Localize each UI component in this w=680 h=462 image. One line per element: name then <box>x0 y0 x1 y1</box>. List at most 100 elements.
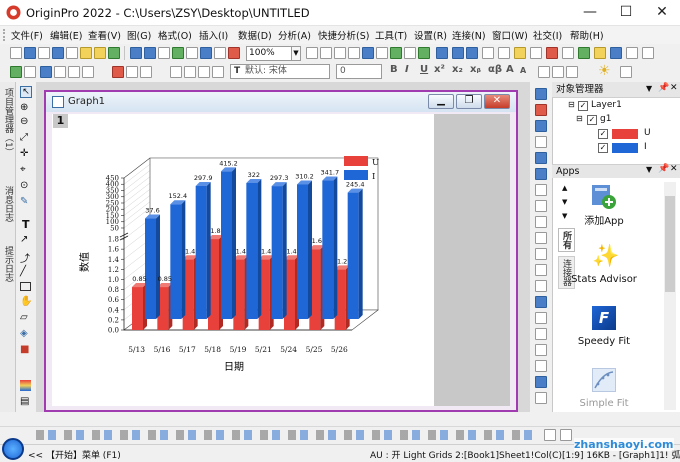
merge-graph-icon[interactable] <box>348 47 360 59</box>
theme-sun-icon[interactable]: ☀ <box>598 63 611 79</box>
zoom-in-icon[interactable]: ⊕ <box>20 102 28 113</box>
paste-icon[interactable] <box>198 66 210 78</box>
italic-button[interactable]: I <box>405 64 409 75</box>
tab-messages-log[interactable]: 消息日志 <box>2 186 15 222</box>
open-folder-icon[interactable] <box>80 47 92 59</box>
menu-help[interactable]: 帮助(H) <box>570 28 604 42</box>
menu-social[interactable]: 社交(I) <box>533 28 562 42</box>
tree-item-layer1[interactable]: Layer1 <box>591 100 622 110</box>
right-tool-11-icon[interactable] <box>535 248 547 260</box>
menu-insert[interactable]: 插入(I) <box>199 28 228 42</box>
set-label-icon[interactable] <box>82 66 94 78</box>
hand-tool-icon[interactable]: ✋ <box>20 296 32 307</box>
open-template-icon[interactable] <box>94 47 106 59</box>
annotation-icon[interactable]: ⌖ <box>20 164 26 175</box>
layer1-checkbox[interactable]: ✓ <box>578 101 588 111</box>
font-name-combo[interactable]: 默认: 宋体 <box>230 64 330 79</box>
graph-minimize-button[interactable]: ▁ <box>428 94 454 109</box>
tree-collapse-g1-icon[interactable]: ⊟ <box>576 114 583 123</box>
color-palette-icon[interactable] <box>20 380 31 391</box>
data-reader-icon[interactable] <box>452 47 464 59</box>
command-window-icon[interactable] <box>404 47 416 59</box>
menu-graph[interactable]: 图(G) <box>127 28 151 42</box>
duplicate-icon[interactable] <box>214 47 226 59</box>
region-tool-icon[interactable]: ▱ <box>20 312 28 323</box>
import-icon[interactable] <box>158 47 170 59</box>
delete-icon[interactable] <box>546 47 558 59</box>
results-log-icon[interactable] <box>362 47 374 59</box>
apps-scroll-down-icon[interactable]: ▼ <box>562 198 567 206</box>
add-app-icon[interactable] <box>589 182 617 210</box>
menu-connect[interactable]: 连接(N) <box>452 28 486 42</box>
right-tool-5-icon[interactable] <box>535 152 547 164</box>
script-window-icon[interactable] <box>376 47 388 59</box>
line-tool-icon[interactable]: ╱ <box>20 266 26 277</box>
mask-tool-icon[interactable]: ◈ <box>20 328 28 339</box>
print-icon[interactable] <box>186 47 198 59</box>
underline-button[interactable]: U <box>420 64 428 75</box>
g1-checkbox[interactable]: ✓ <box>587 115 597 125</box>
right-tool-4-icon[interactable] <box>535 136 547 148</box>
copy-icon[interactable] <box>184 66 196 78</box>
graph-restore-button[interactable]: ❐ <box>456 94 482 109</box>
speedy-fit-icon[interactable]: F <box>592 306 616 330</box>
layer-manager-icon[interactable] <box>320 47 332 59</box>
pointer-icon[interactable]: ↖ <box>20 86 32 98</box>
tree-item-u[interactable]: U <box>644 128 651 138</box>
brush-icon[interactable]: ✎ <box>20 196 28 207</box>
greek-button[interactable]: αβ <box>488 64 502 75</box>
object-manager-menu-icon[interactable]: ▼ <box>646 84 652 93</box>
decrease-font-button[interactable]: A <box>520 66 526 75</box>
right-tool-7-icon[interactable] <box>535 184 547 196</box>
right-tool-14-icon[interactable] <box>535 296 547 308</box>
arrow-tool-icon[interactable]: ↗ <box>20 234 28 245</box>
tree-item-g1[interactable]: g1 <box>600 114 611 124</box>
right-tool-19-icon[interactable] <box>535 376 547 388</box>
bar-chart[interactable]: 0.00.20.40.60.81.01.21.41.61.85010015020… <box>52 114 434 406</box>
right-tool-16-icon[interactable] <box>535 328 547 340</box>
menu-edit[interactable]: 编辑(E) <box>50 28 82 42</box>
right-tool-12-icon[interactable] <box>535 264 547 276</box>
right-tool-3-icon[interactable] <box>535 120 547 132</box>
menu-tools[interactable]: 工具(T) <box>375 28 407 42</box>
screen-reader-icon[interactable] <box>466 47 478 59</box>
export-graph-icon[interactable] <box>610 47 622 59</box>
refresh-window-icon[interactable] <box>562 47 574 59</box>
apps-more-icon[interactable]: ▼ <box>562 212 567 220</box>
data-selector-icon[interactable] <box>498 47 510 59</box>
align-right-icon[interactable] <box>566 66 578 78</box>
set-error-icon[interactable] <box>68 66 80 78</box>
plot-i-checkbox[interactable]: ✓ <box>598 143 608 153</box>
text-tool-icon[interactable]: T <box>22 218 30 231</box>
cut-icon[interactable] <box>170 66 182 78</box>
menu-format[interactable]: 格式(O) <box>158 28 192 42</box>
data-reader-tool-icon[interactable]: ⊙ <box>20 180 28 191</box>
tree-collapse-icon[interactable]: ⊟ <box>568 100 575 109</box>
super-subscript-button[interactable]: xᵦ <box>470 64 481 75</box>
new-project-icon[interactable] <box>10 47 22 59</box>
align-center-icon[interactable] <box>552 66 564 78</box>
zoom-combo[interactable]: 100% <box>246 46 292 61</box>
apps-close-icon[interactable]: ✕ <box>670 164 678 174</box>
add-column-icon[interactable] <box>24 66 36 78</box>
drag-data-icon[interactable] <box>482 47 494 59</box>
right-tool-8-icon[interactable] <box>535 200 547 212</box>
learning-center-icon[interactable] <box>594 47 606 59</box>
right-tool-1-icon[interactable] <box>535 88 547 100</box>
import-wizard-icon[interactable] <box>172 47 184 59</box>
zoom-dropdown-icon[interactable]: ▼ <box>292 46 301 61</box>
rectangle-tool-icon[interactable] <box>20 282 31 291</box>
palette-icon[interactable] <box>620 66 632 78</box>
apps-icon[interactable] <box>578 47 590 59</box>
right-tool-10-icon[interactable] <box>535 232 547 244</box>
plot-type-toolbar[interactable] <box>36 430 536 440</box>
fill-icon[interactable] <box>140 66 152 78</box>
minimize-button[interactable]: — <box>572 0 608 26</box>
apps-scroll-up-icon[interactable]: ▲ <box>562 184 567 192</box>
right-tool-2-icon[interactable] <box>535 104 547 116</box>
tab-smart-hint-log[interactable]: 提示日志 <box>2 246 15 282</box>
new-matrix-icon[interactable] <box>38 47 50 59</box>
apps-scrollbar-thumb[interactable] <box>665 196 675 292</box>
app-label-stats-advisor[interactable]: Stats Advisor <box>569 274 639 285</box>
object-manager-close-icon[interactable]: ✕ <box>670 83 678 93</box>
